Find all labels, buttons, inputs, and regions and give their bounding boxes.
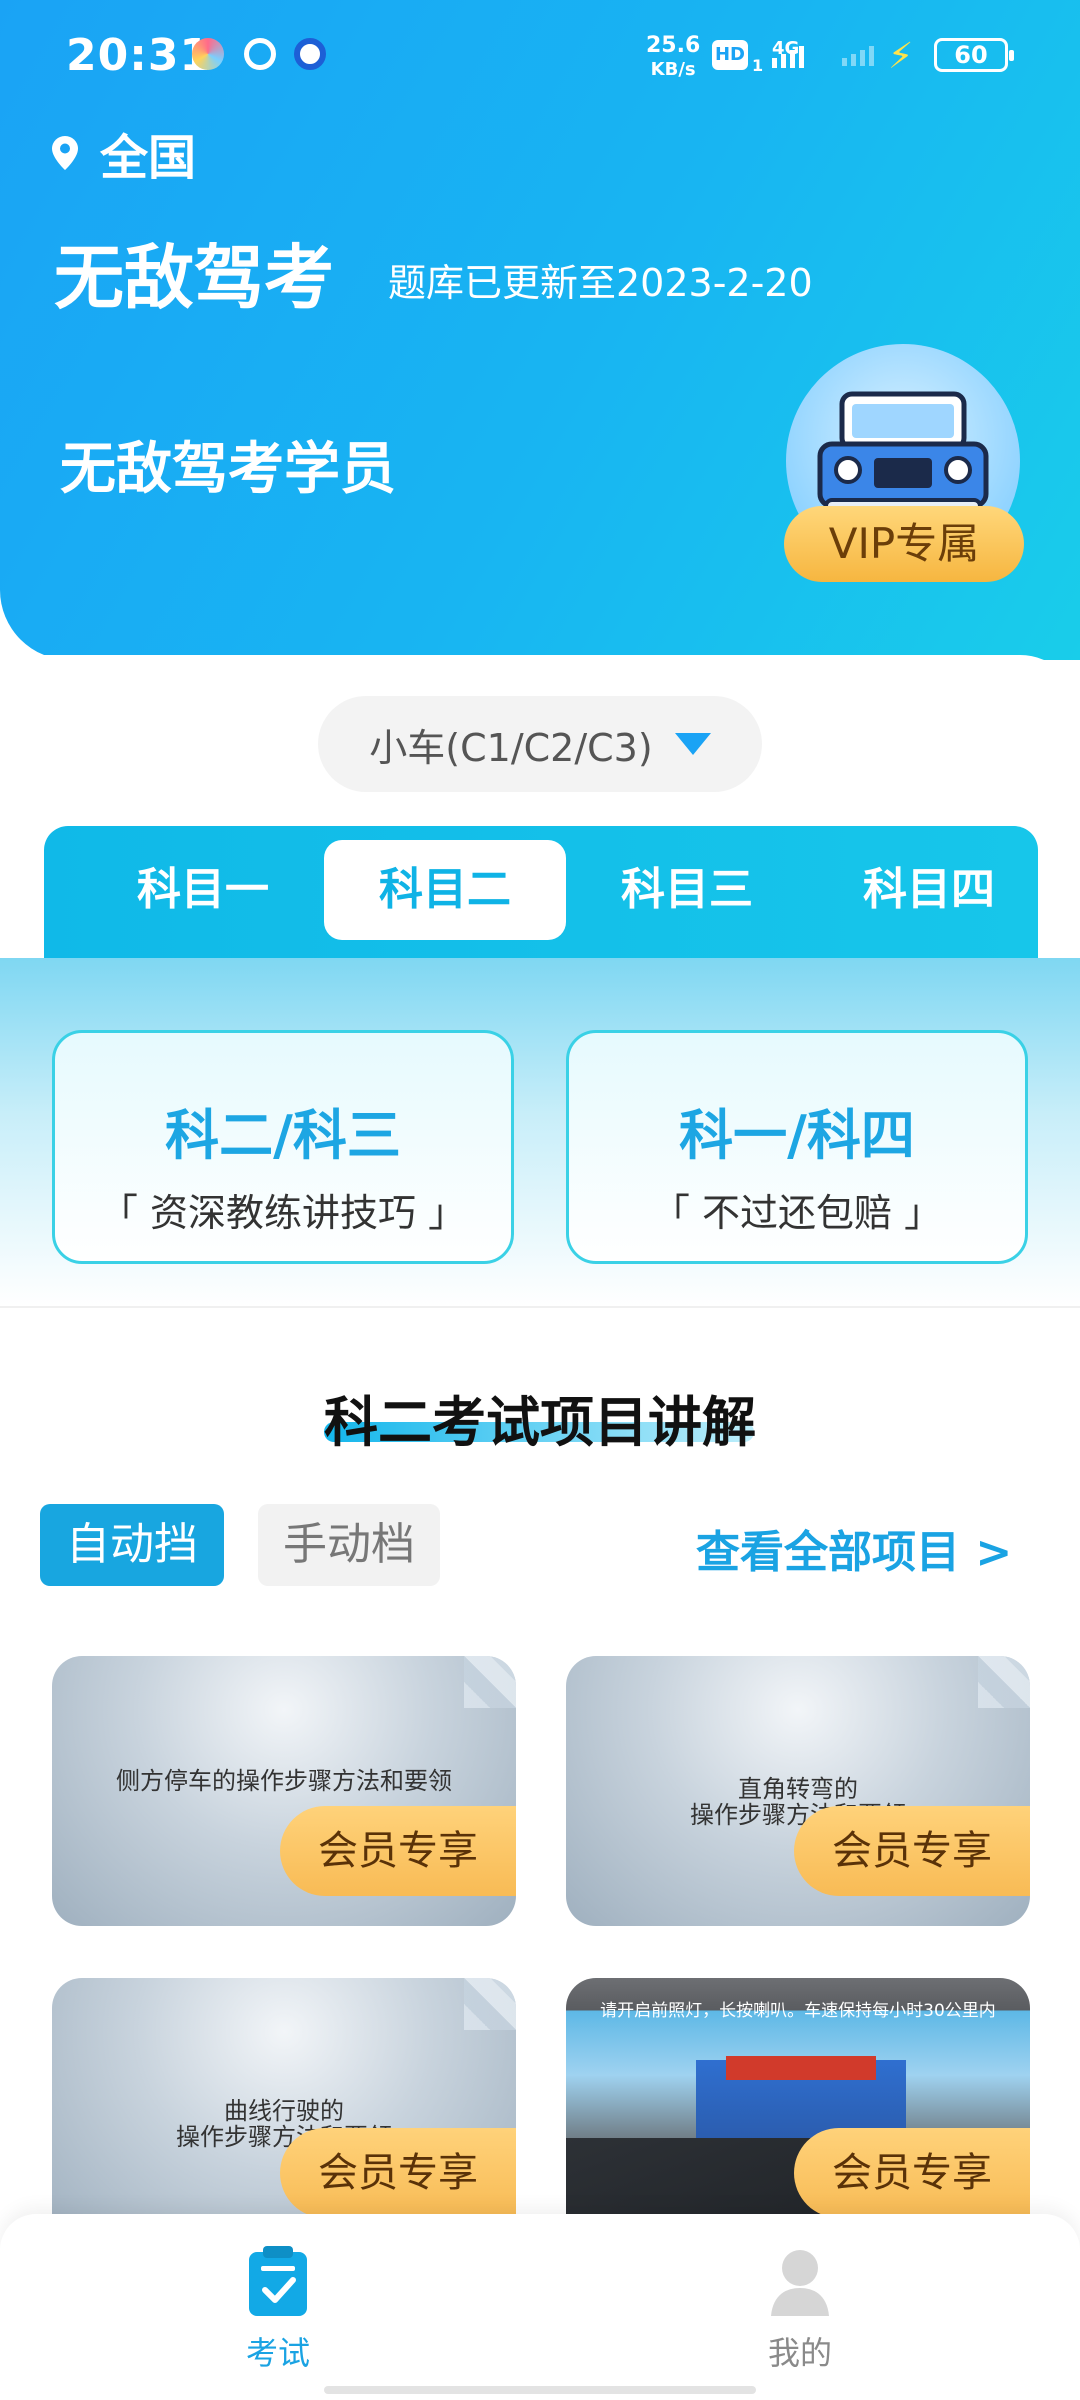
view-all-link[interactable]: 查看全部项目 >: [696, 1516, 1012, 1580]
network-speed: 25.6 KB/s: [646, 34, 700, 82]
status-time: 20:31: [66, 30, 212, 81]
question-bank-update: 题库已更新至2023-2-20: [388, 261, 813, 305]
vehicle-type-dropdown[interactable]: 小车(C1/C2/C3): [318, 696, 762, 792]
nav-exam[interactable]: 考试: [178, 2246, 378, 2374]
tab-subject-4[interactable]: 科目四: [808, 840, 1050, 940]
mosaic-decoration: [978, 1656, 1030, 1708]
location-pin-icon: [52, 136, 78, 170]
member-only-badge: 会员专享: [280, 2128, 516, 2218]
video-card-right-angle-turn[interactable]: 直角转弯的 操作步骤方法和要领 会员专享: [566, 1656, 1030, 1926]
card-notice: 请开启前照灯，长按喇叭。车速保持每小时30公里内: [600, 2001, 996, 2021]
promo-title: 科二/科三: [165, 1104, 401, 1167]
video-card-curve-driving[interactable]: 曲线行驶的 操作步骤方法和要领 会员专享: [52, 1978, 516, 2248]
member-only-badge: 会员专享: [794, 1806, 1030, 1896]
battery-icon: 60: [934, 38, 1014, 72]
app-notification-icon: [192, 38, 224, 70]
tab-automatic[interactable]: 自动挡: [40, 1504, 224, 1586]
tab-subject-3[interactable]: 科目三: [566, 840, 808, 940]
card-title: 侧方停车的操作步骤方法和要领: [116, 1767, 452, 1795]
video-card-tunnel-driving[interactable]: 请开启前照灯，长按喇叭。车速保持每小时30公里内 会员专享: [566, 1978, 1030, 2248]
signal-icon-2: [842, 46, 874, 66]
member-only-badge: 会员专享: [794, 2128, 1030, 2218]
triangle-down-icon: [674, 733, 711, 755]
promo-title: 科一/科四: [679, 1104, 915, 1167]
hd-sub: 1: [752, 56, 764, 75]
tab-manual[interactable]: 手动档: [258, 1504, 440, 1586]
nav-mine-label: 我的: [767, 2334, 832, 2372]
video-card-parallel-parking[interactable]: 侧方停车的操作步骤方法和要领 会员专享: [52, 1656, 516, 1926]
promo-subtitle: 「 不过还包赔 」: [651, 1191, 943, 1235]
promo-card-subject-1-4[interactable]: 科一/科四 「 不过还包赔 」: [566, 1030, 1028, 1264]
signal-icon: [772, 46, 804, 68]
section-title: 科二考试项目讲解: [324, 1391, 756, 1454]
gesture-handle[interactable]: [324, 2386, 756, 2394]
mosaic-decoration: [464, 1656, 516, 1708]
screen: 20:31 25.6 KB/s HD 1 4G ⚡ 60 全国 无敌驾考 题库已…: [0, 0, 1080, 2400]
vip-badge[interactable]: VIP专属: [784, 506, 1024, 582]
exam-check-icon: [249, 2246, 307, 2316]
tunnel-sign-image: [726, 2056, 876, 2080]
status-bar: 20:31 25.6 KB/s HD 1 4G ⚡ 60: [0, 0, 1080, 110]
subject-tab-bar: 科目一 科目二 科目三 科目四: [44, 826, 1038, 958]
hd-badge: HD: [712, 40, 748, 70]
app-notification-icon-2: [244, 38, 276, 70]
nav-exam-label: 考试: [245, 2334, 310, 2372]
location-label: 全国: [100, 130, 197, 186]
network-speed-value: 25.6: [646, 33, 701, 58]
bottom-navigation: 考试 我的: [0, 2214, 1080, 2400]
promo-card-subject-2-3[interactable]: 科二/科三 「 资深教练讲技巧 」: [52, 1030, 514, 1264]
charging-icon: ⚡: [888, 36, 914, 77]
network-speed-unit: KB/s: [650, 59, 696, 80]
member-only-badge: 会员专享: [280, 1806, 516, 1896]
app-brand-title: 无敌驾考: [54, 237, 334, 319]
promo-subtitle: 「 资深教练讲技巧 」: [99, 1191, 467, 1235]
section-divider: [0, 1306, 1080, 1308]
app-notification-icon-3: [294, 38, 326, 70]
mosaic-decoration: [464, 1978, 516, 2030]
user-avatar-icon: [771, 2250, 829, 2316]
tab-subject-1[interactable]: 科目一: [82, 840, 324, 940]
location-selector[interactable]: 全国: [52, 118, 196, 188]
nav-mine[interactable]: 我的: [700, 2246, 900, 2374]
tab-subject-2[interactable]: 科目二: [324, 840, 566, 940]
battery-level: 60: [954, 41, 988, 69]
user-name[interactable]: 无敌驾考学员: [60, 424, 396, 505]
vehicle-type-label: 小车(C1/C2/C3): [369, 725, 653, 770]
